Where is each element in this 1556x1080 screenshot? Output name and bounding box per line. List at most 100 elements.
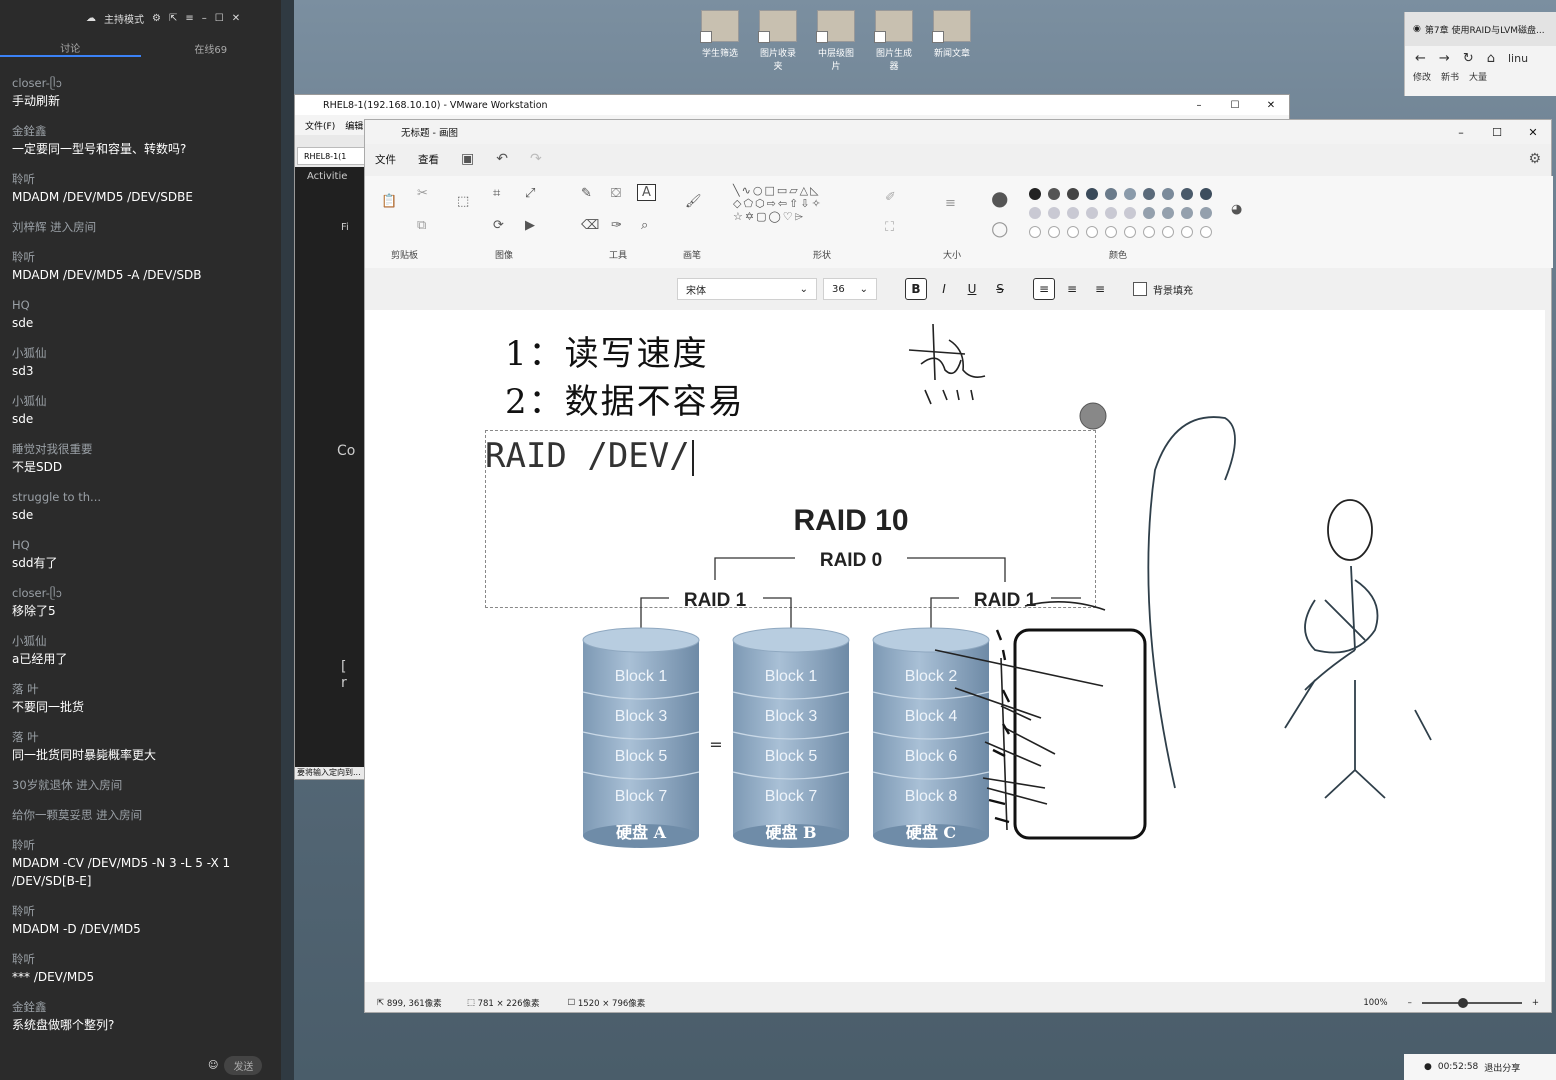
eraser-icon[interactable]: ⌫: [581, 218, 599, 233]
save-icon[interactable]: ▣: [461, 151, 474, 167]
fill-style-icon[interactable]: ⛶: [885, 220, 894, 235]
align-right-button[interactable]: ≡: [1089, 278, 1111, 300]
bold-button[interactable]: B: [905, 278, 927, 300]
popout-icon[interactable]: ⇱: [169, 13, 177, 24]
color-swatch[interactable]: [1181, 207, 1193, 219]
close-icon[interactable]: ✕: [232, 13, 240, 24]
color-swatch[interactable]: [1029, 188, 1041, 200]
italic-button[interactable]: I: [933, 278, 955, 300]
color-swatch[interactable]: [1029, 226, 1041, 238]
close-icon[interactable]: ✕: [1253, 100, 1289, 111]
color-swatch[interactable]: [1048, 207, 1060, 219]
vm-tab[interactable]: RHEL8-1(1: [297, 147, 365, 165]
pencil-icon[interactable]: ✎: [581, 186, 592, 201]
crop-icon[interactable]: ⌗: [493, 186, 500, 201]
rotate-icon[interactable]: ⟳: [493, 218, 504, 233]
flip-icon[interactable]: ▶: [525, 218, 535, 233]
edit-colors-icon[interactable]: ◕: [1231, 202, 1242, 217]
color-swatch[interactable]: [1105, 188, 1117, 200]
color-swatch[interactable]: [1200, 226, 1212, 238]
font-size-select[interactable]: 36 ⌄: [823, 278, 877, 300]
color1-icon[interactable]: ●: [991, 186, 1008, 210]
back-arrow-icon[interactable]: ←: [1415, 51, 1426, 66]
copy-icon[interactable]: ⧉: [417, 218, 426, 233]
magnifier-icon[interactable]: ⌕: [641, 218, 648, 233]
resize-icon[interactable]: ⤢: [525, 186, 535, 201]
color-swatch[interactable]: [1181, 226, 1193, 238]
send-button[interactable]: 发送: [224, 1056, 263, 1075]
desktop-icon[interactable]: 中层级图片: [816, 10, 856, 72]
color-swatch[interactable]: [1181, 188, 1193, 200]
color-swatch[interactable]: [1067, 207, 1079, 219]
strikethrough-button[interactable]: S: [989, 278, 1011, 300]
redo-icon[interactable]: ↷: [530, 151, 542, 167]
minimize-icon[interactable]: –: [1181, 100, 1217, 111]
vm-screen[interactable]: Activitie Fi Co [ r: [295, 167, 367, 767]
minimize-icon[interactable]: –: [1443, 126, 1479, 139]
color2-icon[interactable]: ○: [991, 216, 1008, 240]
color-swatch[interactable]: [1086, 226, 1098, 238]
text-tool-icon[interactable]: A: [637, 184, 656, 201]
horizontal-scrollbar[interactable]: [365, 982, 1545, 992]
fill-icon[interactable]: ⛋: [611, 186, 621, 201]
bookmark-item[interactable]: 大量: [1469, 70, 1487, 83]
font-select[interactable]: 宋体 ⌄: [677, 278, 817, 300]
tab-discussion[interactable]: 讨论: [0, 40, 141, 57]
tab-online[interactable]: 在线69: [141, 41, 282, 56]
zoom-in-icon[interactable]: +: [1532, 998, 1539, 1008]
color-swatch[interactable]: [1200, 188, 1212, 200]
reload-icon[interactable]: ↻: [1463, 51, 1474, 66]
undo-icon[interactable]: ↶: [496, 151, 508, 167]
maximize-icon[interactable]: ☐: [215, 13, 224, 24]
color-swatch[interactable]: [1029, 207, 1041, 219]
align-center-button[interactable]: ≡: [1061, 278, 1083, 300]
exit-share-button[interactable]: 退出分享: [1484, 1061, 1520, 1074]
color-swatch[interactable]: [1143, 226, 1155, 238]
color-swatch[interactable]: [1200, 207, 1212, 219]
zoom-out-icon[interactable]: –: [1408, 998, 1412, 1008]
color-swatch[interactable]: [1067, 188, 1079, 200]
home-icon[interactable]: ⌂: [1487, 51, 1495, 66]
color-swatch[interactable]: [1124, 226, 1136, 238]
forward-arrow-icon[interactable]: →: [1439, 51, 1450, 66]
color-palette[interactable]: [1029, 188, 1212, 242]
settings-icon[interactable]: ⚙: [152, 13, 161, 24]
color-swatch[interactable]: [1143, 207, 1155, 219]
desktop-icon[interactable]: 图片收录夹: [758, 10, 798, 72]
menu-edit[interactable]: 编辑: [345, 119, 363, 132]
color-swatch[interactable]: [1105, 207, 1117, 219]
color-swatch[interactable]: [1124, 207, 1136, 219]
color-swatch[interactable]: [1086, 207, 1098, 219]
activities-label[interactable]: Activitie: [307, 171, 355, 182]
color-picker-icon[interactable]: ✑: [611, 218, 622, 233]
minimize-icon[interactable]: –: [202, 13, 207, 24]
size-icon[interactable]: ≡: [945, 196, 956, 211]
browser-tab[interactable]: ◉ 第7章 使用RAID与LVM磁盘...: [1405, 12, 1556, 46]
bookmark-item[interactable]: 修改: [1413, 70, 1431, 83]
color-swatch[interactable]: [1162, 188, 1174, 200]
close-icon[interactable]: ✕: [1515, 126, 1551, 139]
color-swatch[interactable]: [1086, 188, 1098, 200]
paste-icon[interactable]: 📋: [381, 194, 397, 209]
select-icon[interactable]: ⬚: [457, 194, 469, 209]
desktop-icon[interactable]: 新闻文章: [932, 10, 972, 72]
paint-canvas[interactable]: 1：读写速度 2：数据不容易 RAID /DEV/ RAID 10 RAID 0…: [365, 310, 1545, 982]
color-swatch[interactable]: [1067, 226, 1079, 238]
outline-icon[interactable]: ✐: [885, 190, 896, 205]
maximize-icon[interactable]: ☐: [1217, 100, 1253, 111]
underline-button[interactable]: U: [961, 278, 983, 300]
color-swatch[interactable]: [1048, 226, 1060, 238]
color-swatch[interactable]: [1048, 188, 1060, 200]
emoji-icon[interactable]: ☺: [208, 1060, 218, 1071]
cut-icon[interactable]: ✂: [417, 186, 428, 201]
maximize-icon[interactable]: ☐: [1479, 126, 1515, 139]
menu-view[interactable]: 查看: [418, 152, 439, 167]
address-bar[interactable]: linu: [1508, 52, 1528, 65]
message-list[interactable]: closer-ᥫᩣ 手动刷新 金銓鑫 一定要同一型号和容量、转数吗? 聆听 MDADM /…: [12, 74, 274, 1046]
settings-icon[interactable]: ⚙: [1528, 151, 1541, 167]
menu-file[interactable]: 文件(F): [305, 119, 335, 132]
color-swatch[interactable]: [1162, 207, 1174, 219]
align-left-button[interactable]: ≡: [1033, 278, 1055, 300]
color-swatch[interactable]: [1124, 188, 1136, 200]
shapes-gallery[interactable]: ╲∿○□▭▱△◺ ◇⬠⬡⇨⇦⇧⇩✧ ☆✡▢◯♡⌲: [733, 184, 863, 224]
